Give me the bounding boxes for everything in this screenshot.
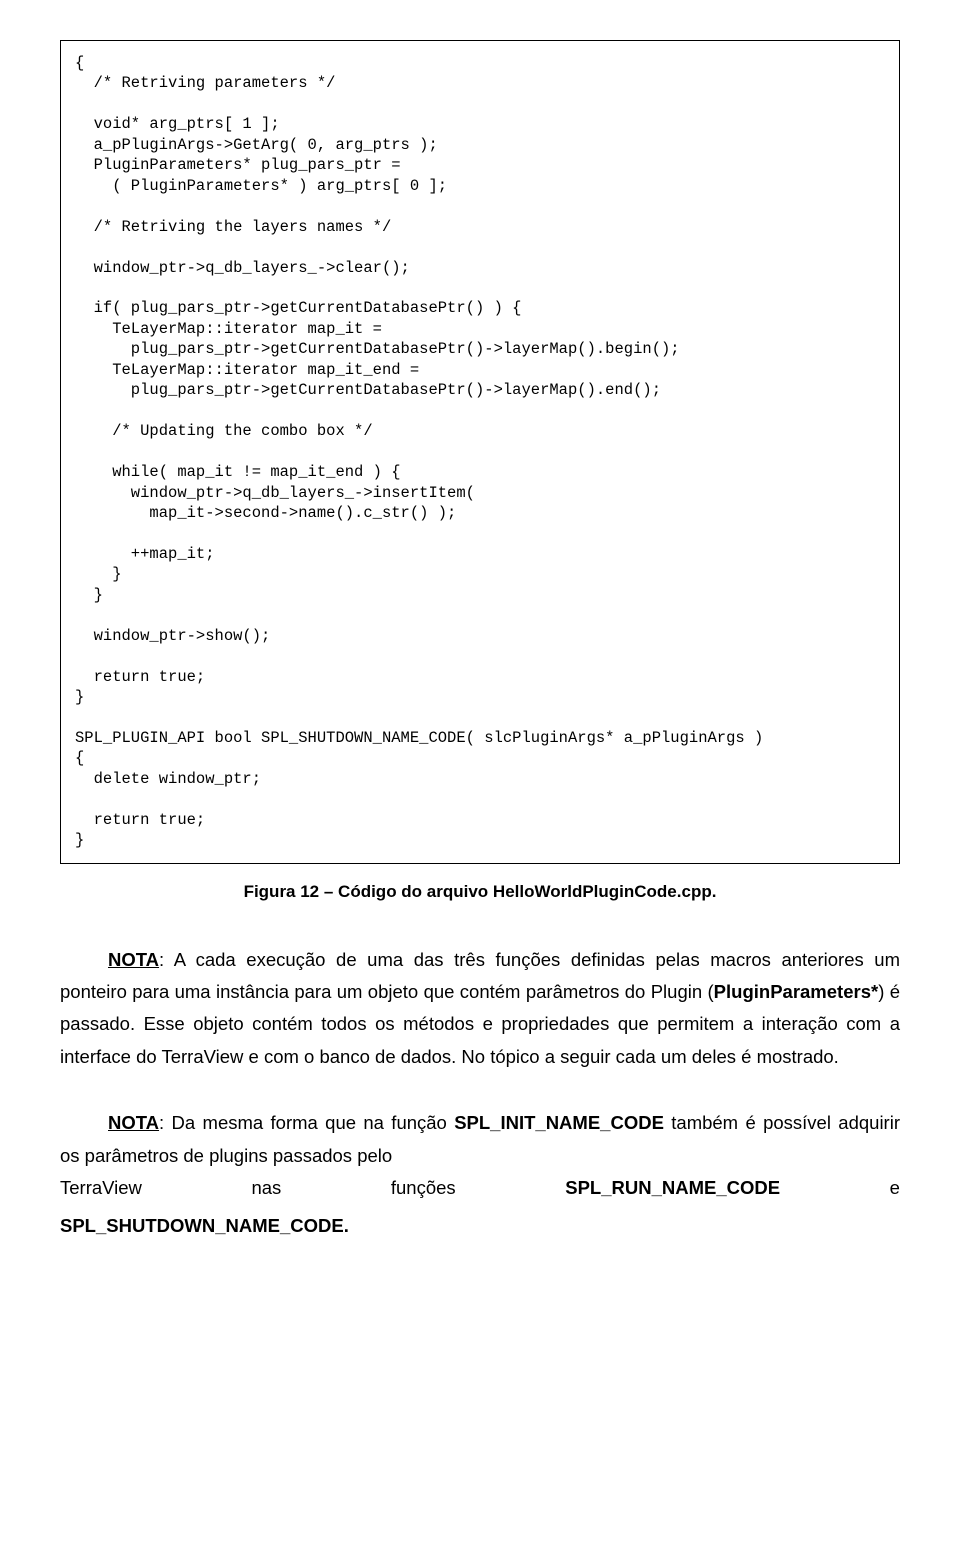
figure-caption: Figura 12 – Código do arquivo HelloWorld… <box>60 882 900 902</box>
word: TerraView <box>60 1172 142 1204</box>
word: nas <box>251 1172 281 1204</box>
bold-term: SPL_RUN_NAME_CODE <box>565 1172 780 1204</box>
justified-line: TerraView nas funções SPL_RUN_NAME_CODE … <box>60 1172 900 1204</box>
bold-term: SPL_INIT_NAME_CODE <box>454 1112 664 1133</box>
word: funções <box>391 1172 456 1204</box>
word: e <box>890 1172 900 1204</box>
note-paragraph-1: NOTA: A cada execução de uma das três fu… <box>60 944 900 1074</box>
note-label: NOTA <box>108 949 159 970</box>
text-span: : Da mesma forma que na função <box>159 1112 454 1133</box>
bold-term: SPL_SHUTDOWN_NAME_CODE. <box>60 1210 900 1242</box>
note-label: NOTA <box>108 1112 159 1133</box>
code-block: { /* Retriving parameters */ void* arg_p… <box>60 40 900 864</box>
note-paragraph-2: NOTA: Da mesma forma que na função SPL_I… <box>60 1107 900 1172</box>
bold-term: PluginParameters* <box>714 981 879 1002</box>
